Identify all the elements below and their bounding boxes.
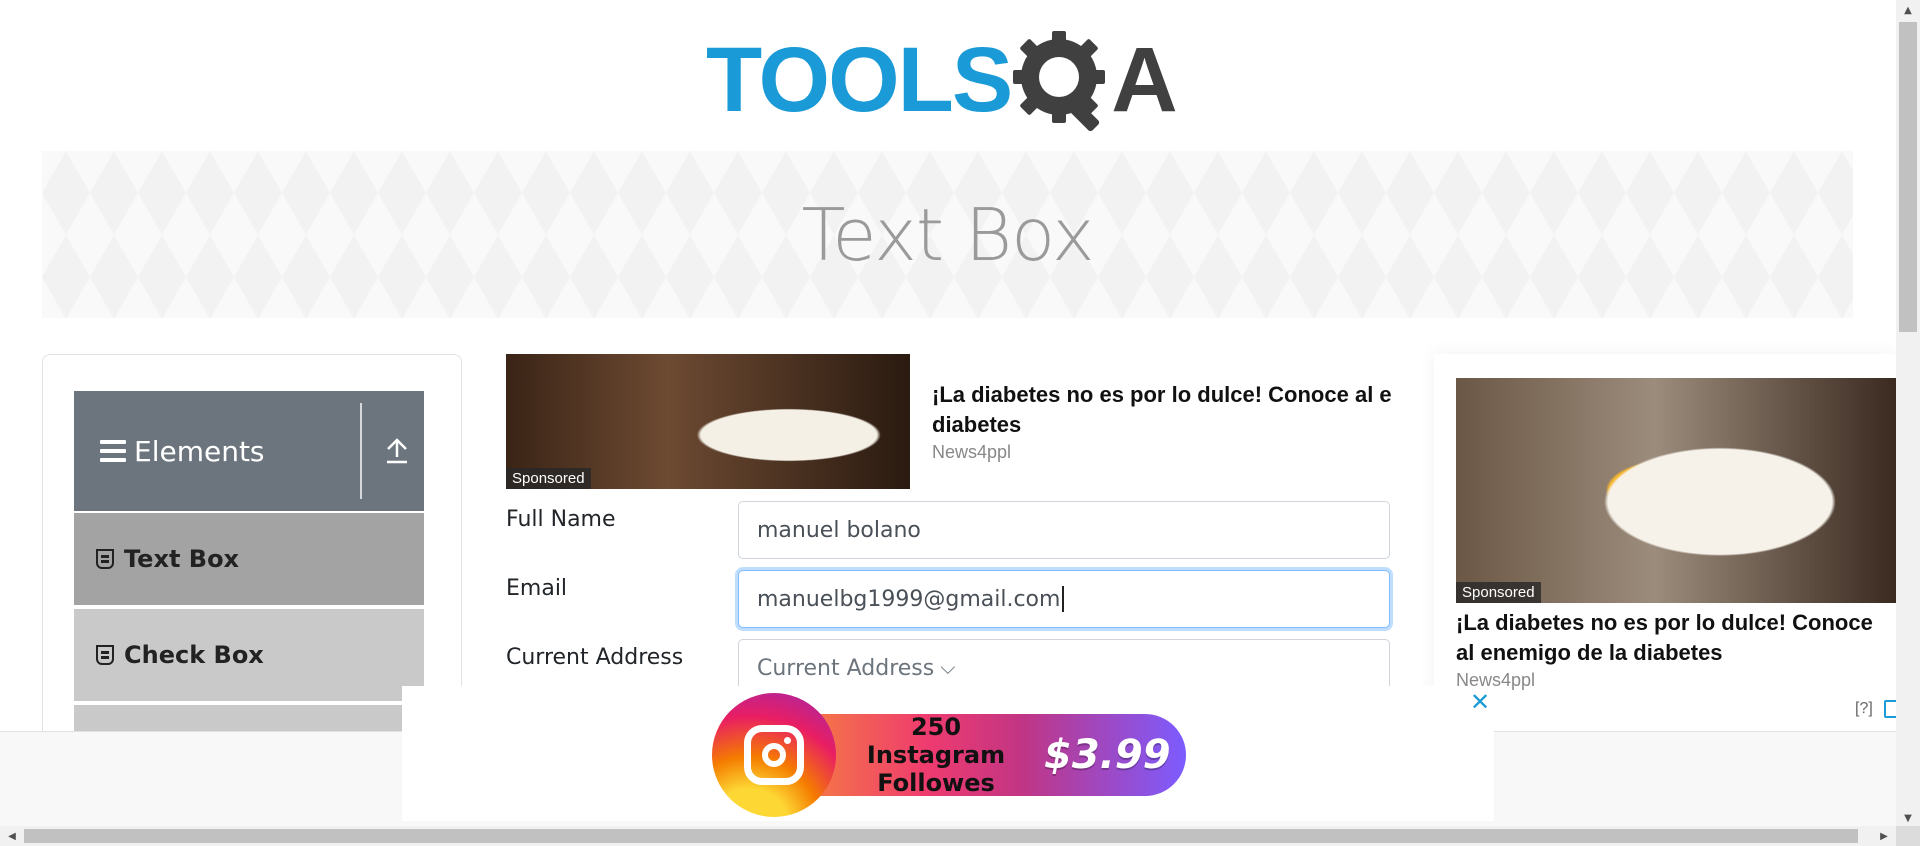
horizontal-scroll-thumb[interactable] [24,829,1858,843]
full-name-value: manuel bolano [757,517,921,543]
vertical-scroll-thumb[interactable] [1899,22,1917,332]
instagram-ad[interactable]: 250 Instagram Followes $3.99 [712,693,1186,817]
ad-top-title-line1: ¡La diabetes no es por lo dulce! Conoce … [932,382,1392,407]
page-banner: Text Box [42,151,1853,318]
instagram-logo-icon [712,693,836,817]
page: TOOLS A Text Box Elements Text Box Check… [0,0,1920,846]
instagram-ad-line2: Followes [877,769,995,797]
sponsored-label: Sponsored [506,468,591,489]
scroll-down-arrow-icon[interactable]: ▼ [1896,808,1920,828]
sidebar-group-elements[interactable]: Elements [74,391,424,511]
instagram-ad-text: 250 Instagram Followes [846,713,1026,797]
scroll-right-arrow-icon[interactable]: ▶ [1872,826,1896,846]
sidebar-item-label: Text Box [124,545,240,573]
page-title: Text Box [801,192,1094,277]
html5-icon [96,549,114,569]
sidebar-item-label: Check Box [124,641,264,669]
text-caret [1062,586,1065,612]
current-address-placeholder: Current Address [757,656,935,681]
scroll-up-arrow-icon[interactable]: ▲ [1896,0,1920,20]
email-label: Email [506,576,568,601]
chevron-down-icon: ⌵ [940,655,956,679]
ad-right-image[interactable]: Sponsored [1456,378,1896,603]
sidebar-item-text-box[interactable]: Text Box [74,513,424,607]
close-ad-icon[interactable]: ✕ [1470,688,1490,716]
html5-icon [96,645,114,665]
logo-a-text: A [1111,28,1178,131]
ad-help-link[interactable]: [?] [1855,700,1873,718]
hamburger-icon [100,440,126,462]
scrollbar-corner [1896,826,1920,846]
ad-right-title[interactable]: ¡La diabetes no es por lo dulce! Conoce … [1456,608,1876,668]
scroll-left-arrow-icon[interactable]: ◀ [0,826,24,846]
ad-top-image[interactable]: Sponsored [506,354,910,489]
sidebar-item-check-box[interactable]: Check Box [74,609,424,703]
email-input[interactable]: manuelbg1999@gmail.com [738,570,1390,628]
instagram-ad-line1: 250 Instagram [866,713,1006,769]
current-address-label: Current Address [506,645,684,670]
ad-top-title[interactable]: ¡La diabetes no es por lo dulce! Conoce … [932,380,1432,440]
ad-top-source: News4ppl [932,442,1012,462]
full-name-input[interactable]: manuel bolano [738,501,1390,559]
divider [360,403,362,499]
toolsqa-logo[interactable]: TOOLS A [706,22,1178,137]
full-name-label: Full Name [506,507,616,532]
instagram-ad-price: $3.99 [1044,732,1171,778]
ad-top-title-line2: diabetes [932,412,1022,437]
email-value: manuelbg1999@gmail.com [757,586,1061,612]
collapse-upload-icon[interactable] [382,429,412,473]
sponsored-label: Sponsored [1456,582,1541,603]
logo-tools-text: TOOLS [706,28,1013,131]
gear-magnifier-icon [1013,30,1106,131]
sidebar-group-label: Elements [134,434,265,468]
